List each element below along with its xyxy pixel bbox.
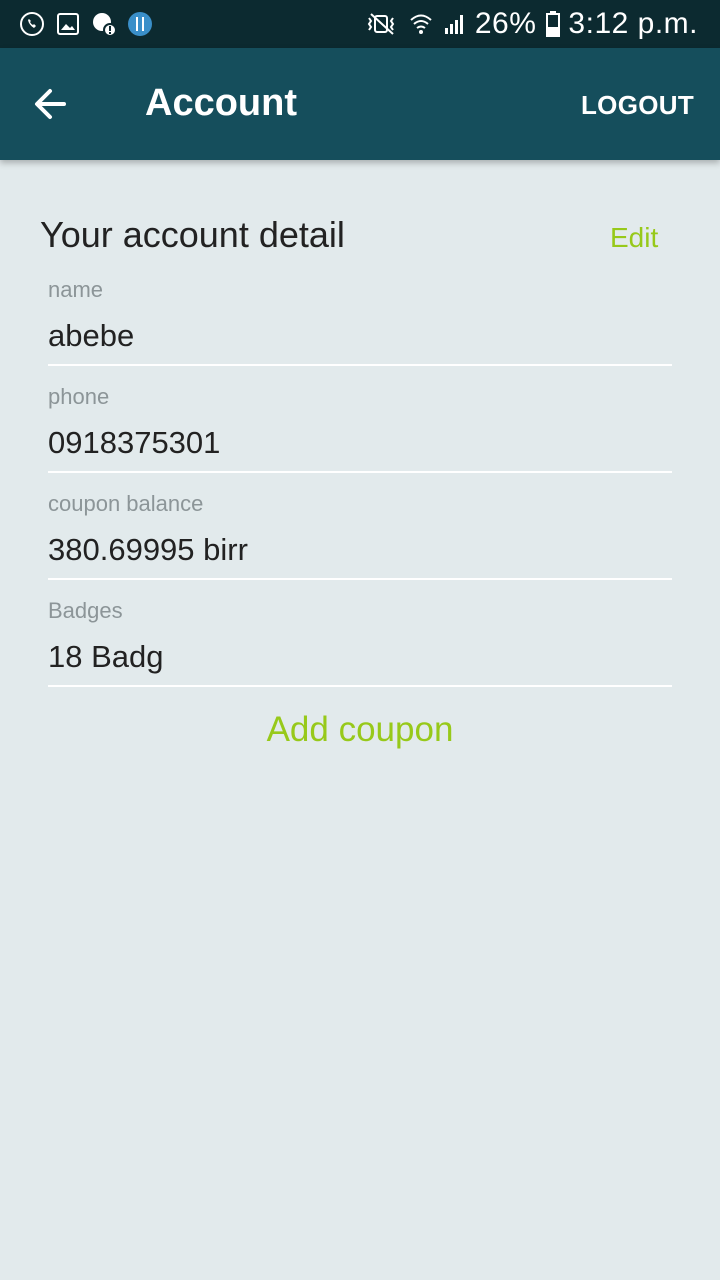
status-bar-left <box>18 10 162 38</box>
phone-value: 0918375301 <box>48 425 221 460</box>
coupon-balance-field[interactable]: coupon balance 380.69995 birr <box>48 491 672 580</box>
badges-underline <box>48 685 672 687</box>
arrow-left-icon <box>35 89 66 119</box>
coupon-balance-value: 380.69995 birr <box>48 532 248 567</box>
restaurant-app-icon <box>126 10 154 38</box>
signal-icon <box>443 12 467 36</box>
page-title: Account <box>145 82 297 124</box>
vibrate-mute-icon <box>363 12 399 36</box>
section-title: Your account detail <box>40 214 345 255</box>
add-coupon-button[interactable]: Add coupon <box>0 710 720 750</box>
phone-underline <box>48 471 672 473</box>
name-value: abebe <box>48 318 135 353</box>
phone-label: phone <box>48 384 110 409</box>
phone-field[interactable]: phone 0918375301 <box>48 384 672 473</box>
battery-icon <box>546 11 561 37</box>
back-button[interactable] <box>28 82 72 126</box>
app-bar: Account LOGOUT <box>0 48 720 160</box>
edit-button[interactable]: Edit <box>610 222 658 254</box>
name-field[interactable]: name abebe <box>48 277 672 366</box>
image-icon <box>54 10 82 38</box>
status-bar-right: 26% 3:12 p.m. <box>353 7 698 41</box>
name-underline <box>48 364 672 366</box>
clock: 3:12 p.m. <box>568 7 698 40</box>
badges-label: Badges <box>48 598 123 623</box>
name-label: name <box>48 277 104 302</box>
whatsapp-icon <box>18 10 46 38</box>
badges-field[interactable]: Badges 18 Badg <box>48 598 672 687</box>
badges-value: 18 Badg <box>48 639 164 674</box>
coupon-balance-label: coupon balance <box>48 491 204 516</box>
chat-alert-icon <box>90 10 118 38</box>
logout-button[interactable]: LOGOUT <box>581 90 694 121</box>
status-bar: 26% 3:12 p.m. <box>0 0 720 48</box>
wifi-icon <box>409 12 433 36</box>
battery-percent: 26% <box>474 7 537 40</box>
coupon-balance-underline <box>48 578 672 580</box>
